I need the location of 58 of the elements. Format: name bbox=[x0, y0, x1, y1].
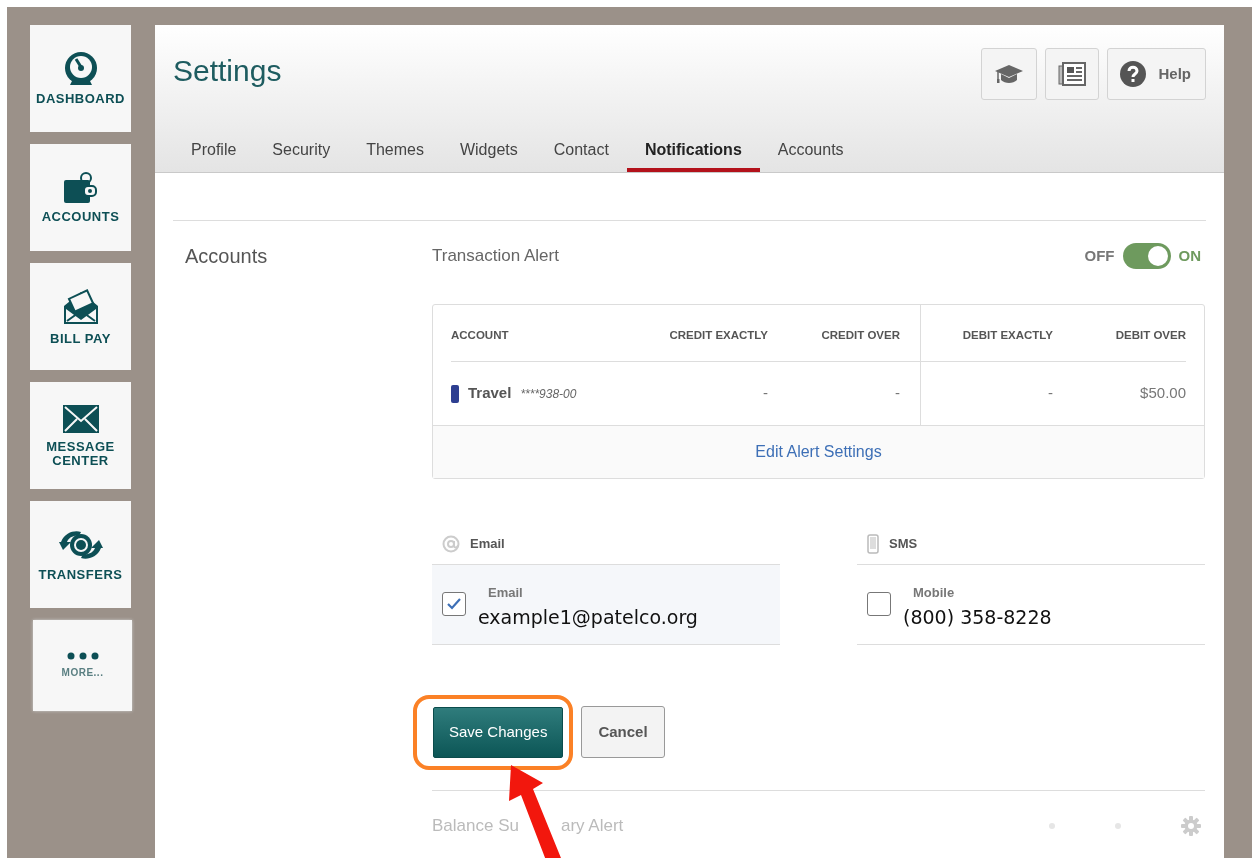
column-header: ACCOUNT bbox=[451, 305, 668, 363]
alert-title-fragment: Balance Su bbox=[432, 814, 519, 837]
tab[interactable]: Profile bbox=[173, 132, 255, 172]
check-icon bbox=[446, 597, 462, 612]
edit-alert-settings-link[interactable]: Edit Alert Settings bbox=[755, 439, 882, 464]
graduation-cap-icon bbox=[994, 63, 1025, 85]
cancel-button[interactable]: Cancel bbox=[581, 706, 665, 759]
column-header: DEBIT OVER bbox=[1053, 305, 1186, 363]
column-header: CREDIT EXACTLY bbox=[668, 305, 788, 363]
account-name: Travel bbox=[468, 383, 512, 404]
table-cell-text: - bbox=[762, 383, 769, 404]
dot-icon bbox=[1049, 822, 1055, 829]
section-title: Accounts bbox=[184, 244, 269, 269]
column-header: CREDIT OVER bbox=[788, 305, 920, 363]
toggle-switch[interactable] bbox=[1122, 243, 1171, 269]
phone-icon bbox=[867, 533, 879, 554]
sidebar-item[interactable]: MESSAGE CENTER bbox=[30, 382, 131, 489]
sidebar-item[interactable]: ACCOUNTS bbox=[30, 144, 131, 251]
dot-icon bbox=[1115, 822, 1121, 829]
help-button[interactable]: Help bbox=[1107, 48, 1206, 100]
checkbox[interactable] bbox=[442, 592, 466, 617]
tab[interactable]: Security bbox=[254, 132, 349, 172]
checkbox[interactable] bbox=[867, 592, 891, 617]
tab[interactable]: Themes bbox=[348, 132, 442, 172]
news-button[interactable] bbox=[1045, 48, 1100, 100]
save-button[interactable]: Save Changes bbox=[433, 706, 564, 758]
help-icon bbox=[1120, 61, 1147, 87]
on-label: ON bbox=[1178, 245, 1201, 266]
tab[interactable]: Accounts bbox=[759, 132, 862, 172]
table-cell-text: - bbox=[894, 383, 901, 404]
sidebar-item[interactable]: DASHBOARD bbox=[30, 25, 131, 132]
at-sign-icon bbox=[442, 534, 460, 553]
newspaper-icon bbox=[1058, 62, 1087, 86]
more-icon bbox=[65, 651, 100, 660]
account-number: ****938-00 bbox=[520, 385, 577, 403]
sidebar-item[interactable]: BILL PAY bbox=[30, 263, 131, 370]
channel-heading: Email bbox=[470, 535, 505, 553]
table-cell-text: $50.00 bbox=[1139, 383, 1186, 404]
tab[interactable]: Widgets bbox=[441, 132, 536, 172]
off-label: OFF bbox=[1084, 245, 1115, 266]
tab[interactable]: Notifications bbox=[626, 132, 760, 172]
wallet-icon bbox=[61, 171, 100, 204]
alert-title-fragment: ary Alert bbox=[560, 814, 624, 837]
page-title: Settings bbox=[173, 53, 282, 89]
sidebar-item[interactable]: TRANSFERS bbox=[30, 501, 131, 608]
alert-title: Transaction Alert bbox=[432, 245, 559, 268]
channel-heading: SMS bbox=[889, 535, 918, 553]
field-label: Mobile bbox=[913, 584, 956, 603]
field-label: Email bbox=[488, 584, 524, 603]
sidebar-item[interactable]: MORE... bbox=[33, 620, 132, 711]
field-value: (800) 358-8228 bbox=[903, 604, 1052, 630]
envelope-icon bbox=[61, 403, 100, 434]
tab[interactable]: Contact bbox=[535, 132, 627, 172]
tutorial-button[interactable] bbox=[981, 48, 1038, 100]
table-cell: - bbox=[920, 362, 1053, 425]
field-value: example1@patelco.org bbox=[478, 604, 698, 630]
gauge-icon bbox=[62, 51, 99, 86]
column-header: DEBIT EXACTLY bbox=[920, 305, 1053, 363]
